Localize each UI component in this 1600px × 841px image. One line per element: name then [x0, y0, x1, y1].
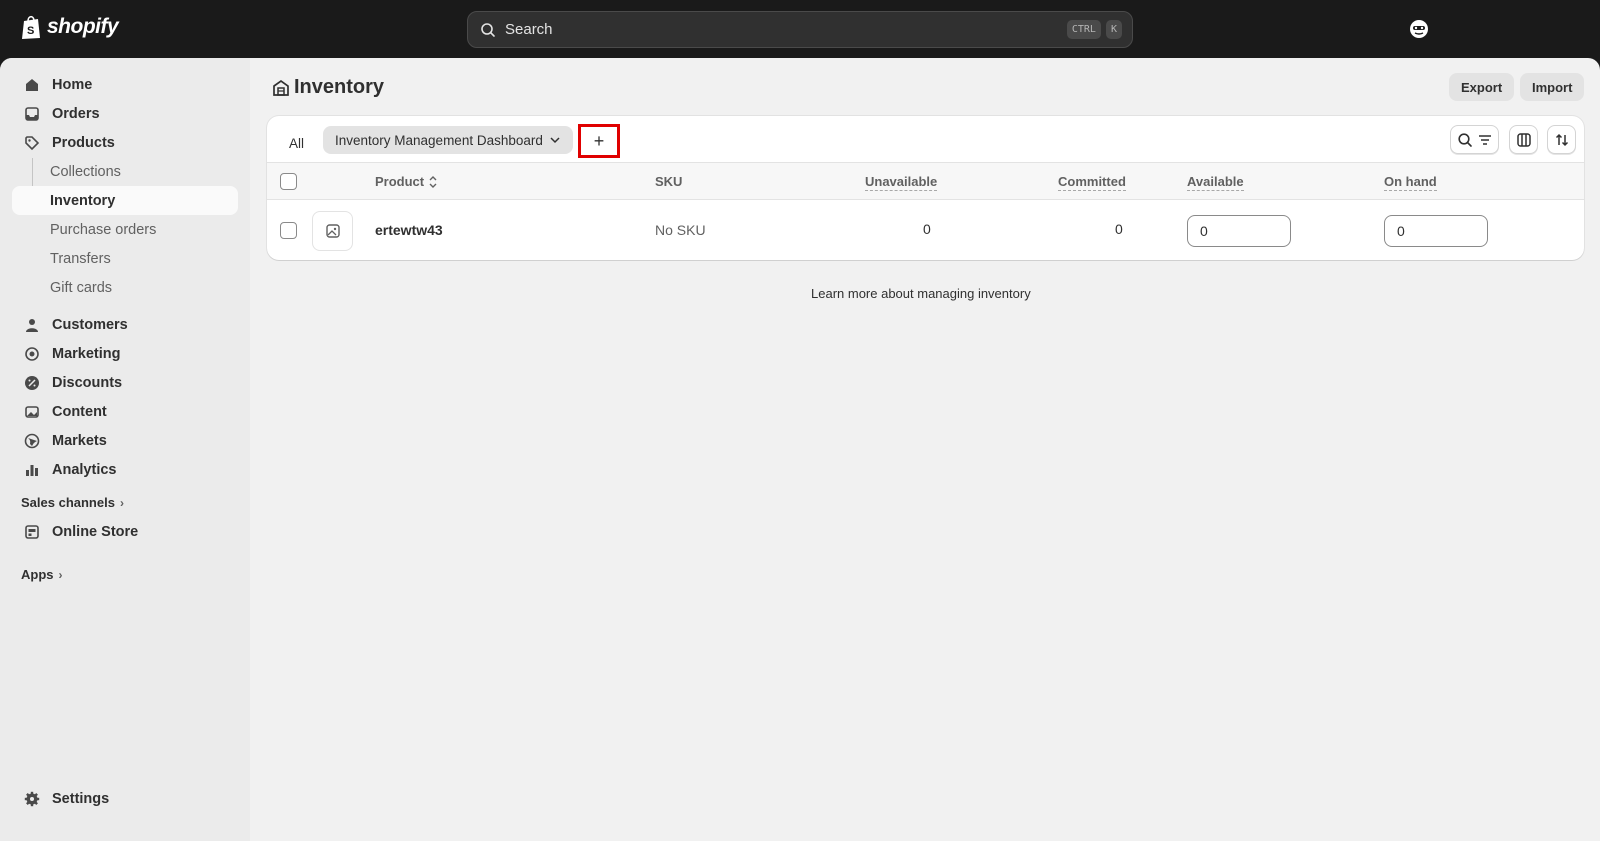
column-header-on-hand[interactable]: On hand: [1384, 174, 1437, 191]
global-search[interactable]: Search CTRL K: [467, 11, 1133, 48]
sidebar-item-inventory[interactable]: Inventory: [12, 186, 238, 215]
sales-channels-label: Sales channels: [21, 495, 115, 510]
columns-button[interactable]: [1509, 125, 1538, 154]
inventory-card: All Inventory Management Dashboard + Pro…: [267, 116, 1584, 260]
globe-icon: [23, 432, 41, 450]
sidebar-item-label: Content: [52, 403, 107, 420]
store-avatar-icon[interactable]: [1408, 18, 1430, 40]
search-icon: [1457, 132, 1472, 147]
search-placeholder: Search: [505, 21, 553, 38]
tab-all[interactable]: All: [283, 130, 310, 156]
sidebar-item-home[interactable]: Home: [12, 70, 238, 99]
column-header-label: Product: [375, 174, 425, 189]
image-icon: [23, 403, 41, 421]
columns-icon: [1516, 132, 1531, 147]
target-icon: [23, 345, 41, 363]
column-header-sku: SKU: [655, 174, 683, 189]
apps-heading[interactable]: Apps ›: [21, 567, 63, 582]
column-header-unavailable[interactable]: Unavailable: [865, 174, 938, 191]
sidebar-item-analytics[interactable]: Analytics: [12, 455, 238, 484]
sidebar-item-label: Discounts: [52, 374, 123, 391]
on-hand-quantity-input[interactable]: [1384, 215, 1488, 247]
sidebar-item-label: Markets: [52, 432, 107, 449]
sidebar-item-gift-cards[interactable]: Gift cards: [12, 273, 238, 302]
sku-value: No SKU: [655, 222, 706, 238]
import-button[interactable]: Import: [1520, 73, 1585, 101]
shopify-logo-text: shopify: [47, 15, 119, 38]
gear-icon: [23, 790, 41, 808]
person-icon: [23, 316, 41, 334]
inbox-icon: [23, 105, 41, 123]
svg-text:S: S: [27, 25, 34, 37]
sidebar-item-label: Settings: [52, 790, 110, 807]
committed-value: 0: [1115, 221, 1123, 237]
bar-chart-icon: [23, 461, 41, 479]
unavailable-value[interactable]: 0: [923, 221, 931, 237]
sidebar-item-markets[interactable]: Markets: [12, 426, 238, 455]
discount-icon: [23, 374, 41, 392]
sales-channels-heading[interactable]: Sales channels ›: [21, 495, 124, 510]
shopify-bag-icon: S: [22, 15, 40, 39]
product-thumbnail: [312, 211, 353, 251]
storefront-icon: [23, 523, 41, 541]
sidebar-item-label: Online Store: [52, 523, 139, 540]
sidebar-item-collections[interactable]: Collections: [12, 157, 238, 186]
sidebar-item-label: Products: [52, 134, 115, 151]
tag-icon: [23, 134, 41, 152]
chevron-down-icon: [550, 137, 560, 144]
sidebar-item-label: Analytics: [52, 461, 117, 478]
sidebar-item-purchase-orders[interactable]: Purchase orders: [12, 215, 238, 244]
tab-label: Inventory Management Dashboard: [335, 132, 543, 148]
chevron-right-icon: ›: [119, 495, 124, 510]
export-button[interactable]: Export: [1449, 73, 1515, 101]
learn-more-link[interactable]: Learn more about managing inventory: [811, 286, 1031, 301]
sidebar-item-orders[interactable]: Orders: [12, 99, 238, 128]
sidebar: Home Orders Products Collections Invento…: [0, 58, 250, 841]
warehouse-icon: [273, 79, 289, 96]
sidebar-item-products[interactable]: Products: [12, 128, 238, 157]
apps-label: Apps: [21, 567, 54, 582]
page-title-text: Inventory: [294, 76, 385, 98]
column-header-product[interactable]: Product: [375, 174, 438, 189]
search-icon: [481, 22, 495, 37]
image-placeholder-icon: [325, 224, 340, 238]
top-bar: S shopify Search CTRL K: [0, 0, 1600, 58]
sidebar-item-marketing[interactable]: Marketing: [12, 339, 238, 368]
chevron-right-icon: ›: [58, 567, 63, 582]
sidebar-item-settings[interactable]: Settings: [12, 784, 238, 813]
sidebar-item-online-store[interactable]: Online Store: [12, 517, 238, 546]
filter-lines-icon: [1478, 134, 1491, 145]
sort-button[interactable]: [1547, 125, 1576, 154]
row-checkbox[interactable]: [280, 222, 297, 239]
sort-arrows-icon: [1555, 133, 1568, 146]
shortcut-ctrl: CTRL: [1066, 20, 1101, 39]
table-header: Product SKU Unavailable Committed Availa…: [267, 162, 1584, 200]
sidebar-item-label: Orders: [52, 105, 100, 122]
sidebar-item-label: Home: [52, 76, 93, 93]
add-view-button[interactable]: +: [578, 124, 620, 158]
product-name-link[interactable]: ertewtw43: [375, 222, 443, 238]
column-header-committed[interactable]: Committed: [1058, 174, 1126, 191]
home-icon: [23, 76, 41, 94]
available-quantity-input[interactable]: [1187, 215, 1291, 247]
table-row[interactable]: ertewtw43 No SKU 0 0: [267, 200, 1584, 260]
sidebar-item-discounts[interactable]: Discounts: [12, 368, 238, 397]
column-header-available[interactable]: Available: [1187, 174, 1244, 191]
page-title: Inventory: [272, 76, 384, 99]
sidebar-item-transfers[interactable]: Transfers: [12, 244, 238, 273]
sidebar-item-label: Customers: [52, 316, 128, 333]
sort-icon: [429, 175, 437, 188]
sidebar-item-customers[interactable]: Customers: [12, 310, 238, 339]
shopify-logo[interactable]: S shopify: [20, 14, 119, 40]
sidebar-item-label: Marketing: [52, 345, 121, 362]
tab-inventory-management-dashboard[interactable]: Inventory Management Dashboard: [323, 126, 573, 154]
admin-shell: Home Orders Products Collections Invento…: [0, 58, 1600, 841]
select-all-checkbox[interactable]: [280, 173, 297, 190]
sidebar-item-content[interactable]: Content: [12, 397, 238, 426]
search-filter-button[interactable]: [1450, 125, 1499, 154]
shortcut-key: K: [1105, 20, 1122, 39]
